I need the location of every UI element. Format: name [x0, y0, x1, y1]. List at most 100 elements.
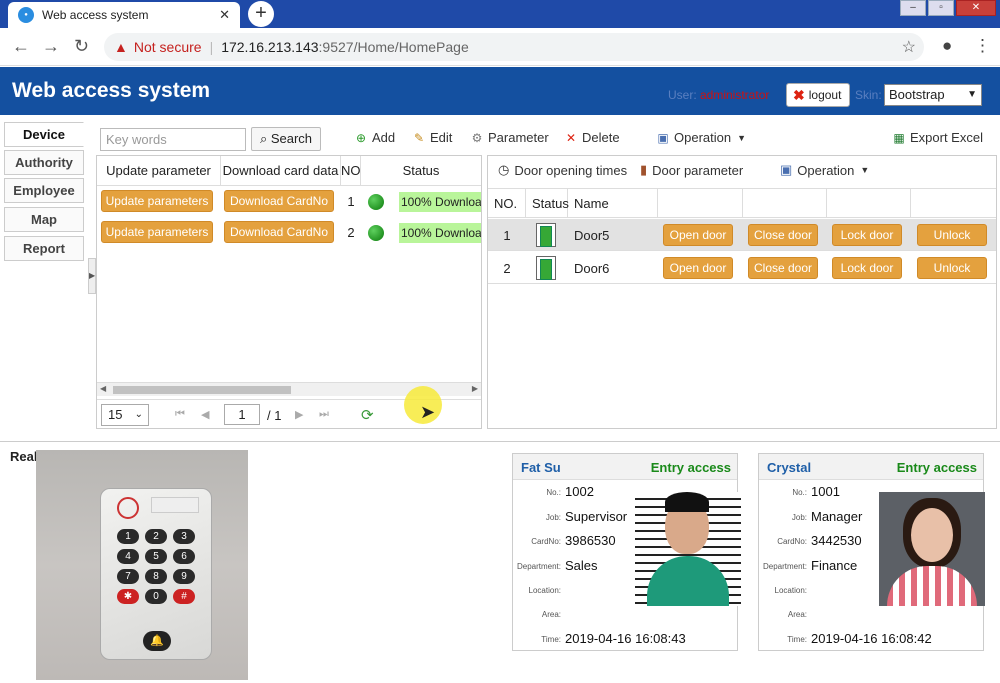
- unlock-button[interactable]: Unlock: [917, 224, 987, 246]
- header-name[interactable]: Name: [568, 188, 658, 218]
- parameter-button[interactable]: ⚙ Parameter: [470, 130, 549, 145]
- close-tab-icon[interactable]: ✕: [219, 7, 230, 23]
- download-cardno-button[interactable]: Download CardNo: [224, 190, 334, 212]
- operation-dropdown[interactable]: ▣ Operation ▼: [656, 130, 746, 145]
- next-page-icon[interactable]: ▶: [295, 408, 303, 421]
- keypad-key: 7: [117, 569, 139, 584]
- download-progress: 100% Download: [399, 192, 481, 212]
- field-label: CardNo:: [777, 537, 807, 546]
- download-progress: 100% Download: [399, 223, 481, 243]
- add-icon: ⊕: [355, 130, 367, 145]
- new-tab-button[interactable]: +: [248, 1, 274, 27]
- header-no[interactable]: NO: [341, 156, 361, 186]
- access-status: Entry access: [896, 460, 977, 475]
- field-label: Time:: [787, 635, 807, 644]
- update-parameters-button[interactable]: Update parameters: [101, 190, 213, 212]
- nav-tab-map[interactable]: Map: [4, 207, 84, 232]
- header-status[interactable]: Status: [526, 188, 569, 218]
- chevron-down-icon: ▼: [737, 132, 747, 143]
- scrollbar-thumb[interactable]: [113, 386, 291, 394]
- logout-button[interactable]: ✖ logout: [786, 83, 850, 107]
- keypad-key: 8: [145, 569, 167, 584]
- bookmark-star-icon[interactable]: ☆: [902, 37, 916, 57]
- download-cardno-button[interactable]: Download CardNo: [224, 221, 334, 243]
- maximize-button[interactable]: ▫: [928, 0, 954, 16]
- menu-icon[interactable]: ⋮: [974, 36, 991, 56]
- face-shape: [911, 508, 953, 562]
- refresh-icon[interactable]: ⟳: [361, 406, 374, 424]
- open-door-button[interactable]: Open door: [663, 224, 733, 246]
- door-operation-label: Operation: [797, 162, 855, 178]
- door-opening-times-button[interactable]: ◷ Door opening times: [498, 162, 627, 178]
- keypad-key: 3: [173, 529, 195, 544]
- door-name: Door6: [574, 261, 610, 276]
- realtime-tab[interactable]: Real: [0, 445, 36, 469]
- page-total: / 1: [267, 408, 282, 423]
- page-number-input[interactable]: 1: [224, 404, 260, 425]
- header-download-card-data[interactable]: Download card data: [221, 156, 341, 186]
- minimize-button[interactable]: –: [900, 0, 926, 16]
- door-operation-dropdown[interactable]: ▣ Operation ▼: [780, 162, 869, 178]
- row-no: 2: [347, 225, 355, 240]
- nav-tab-report[interactable]: Report: [4, 236, 84, 261]
- reload-icon[interactable]: ↻: [74, 36, 89, 57]
- open-door-button[interactable]: Open door: [663, 257, 733, 279]
- shirt-shape: [887, 566, 977, 606]
- field-value: 2019-04-16 16:08:42: [811, 631, 932, 646]
- field-value: 3986530: [565, 533, 616, 548]
- header-no[interactable]: NO.: [488, 188, 526, 218]
- keypad-key: ✱: [117, 589, 139, 604]
- not-secure-label: Not secure: [133, 39, 202, 55]
- update-parameters-button[interactable]: Update parameters: [101, 221, 213, 243]
- header-blank: [743, 188, 827, 218]
- page-size-select[interactable]: 15 ⌄: [101, 404, 149, 426]
- add-button[interactable]: ⊕ Add: [354, 130, 395, 145]
- skin-select[interactable]: Bootstrap ▼: [884, 84, 982, 106]
- header-update-parameter[interactable]: Update parameter: [97, 156, 221, 186]
- keypad-key: 1: [117, 529, 139, 544]
- nav-tab-authority[interactable]: Authority: [4, 150, 84, 175]
- user-name: administrator: [700, 88, 770, 102]
- last-page-icon[interactable]: ⏭: [319, 408, 329, 421]
- scroll-right-icon[interactable]: ▶: [472, 384, 478, 393]
- card-reader-icon: [117, 497, 139, 519]
- close-door-button[interactable]: Close door: [748, 224, 818, 246]
- url-host: 172.16.213.143: [221, 39, 319, 55]
- scroll-left-icon[interactable]: ◀: [100, 384, 106, 393]
- door-row[interactable]: 1 Door5 Open door Close door Lock door U…: [488, 219, 996, 251]
- close-window-button[interactable]: ✕: [956, 0, 996, 16]
- browser-tab[interactable]: ● Web access system ✕: [8, 2, 240, 28]
- lock-door-button[interactable]: Lock door: [832, 257, 902, 279]
- field-label: Job:: [791, 513, 807, 522]
- address-bar[interactable]: ▲ Not secure | 172.16.213.143 :9527/Home…: [104, 33, 924, 61]
- search-button[interactable]: ⌕ Search: [251, 127, 321, 151]
- forward-arrow-icon[interactable]: →: [42, 36, 60, 57]
- field-value: 1001: [811, 484, 840, 499]
- edit-icon: ✎: [413, 130, 425, 145]
- first-page-icon[interactable]: ⏮: [175, 408, 185, 421]
- keypad-device: 1 2 3 4 5 6 7 8 9 ✱ 0 # 🔔: [100, 488, 212, 660]
- export-excel-button[interactable]: ▦ Export Excel: [892, 130, 983, 145]
- header-status[interactable]: Status: [361, 156, 481, 186]
- nav-tab-device[interactable]: Device: [4, 122, 84, 147]
- door-parameter-button[interactable]: ▮ Door parameter: [640, 162, 743, 178]
- device-toolbar: Key words ⌕ Search ⊕ Add ✎ Edit ⚙ Parame…: [96, 124, 996, 154]
- url-path: :9527/Home/HomePage: [318, 39, 469, 55]
- prev-page-icon[interactable]: ◀: [201, 408, 209, 421]
- hair-shape: [665, 492, 709, 512]
- keywords-input[interactable]: Key words: [100, 128, 246, 151]
- edit-button[interactable]: ✎ Edit: [412, 130, 452, 145]
- chevron-down-icon: ⌄: [134, 409, 143, 420]
- edit-label: Edit: [430, 130, 453, 145]
- account-icon[interactable]: ●: [942, 36, 952, 56]
- door-row[interactable]: 2 Door6 Open door Close door Lock door U…: [488, 252, 996, 284]
- online-status-icon: [368, 194, 384, 210]
- delete-button[interactable]: ✕ Delete: [564, 130, 620, 145]
- close-door-button[interactable]: Close door: [748, 257, 818, 279]
- nav-tab-employee[interactable]: Employee: [4, 178, 84, 203]
- unlock-button[interactable]: Unlock: [917, 257, 987, 279]
- collapse-handle[interactable]: ▶: [88, 258, 96, 294]
- lock-door-button[interactable]: Lock door: [832, 224, 902, 246]
- keypad-key: #: [173, 589, 195, 604]
- back-arrow-icon[interactable]: ←: [12, 36, 30, 57]
